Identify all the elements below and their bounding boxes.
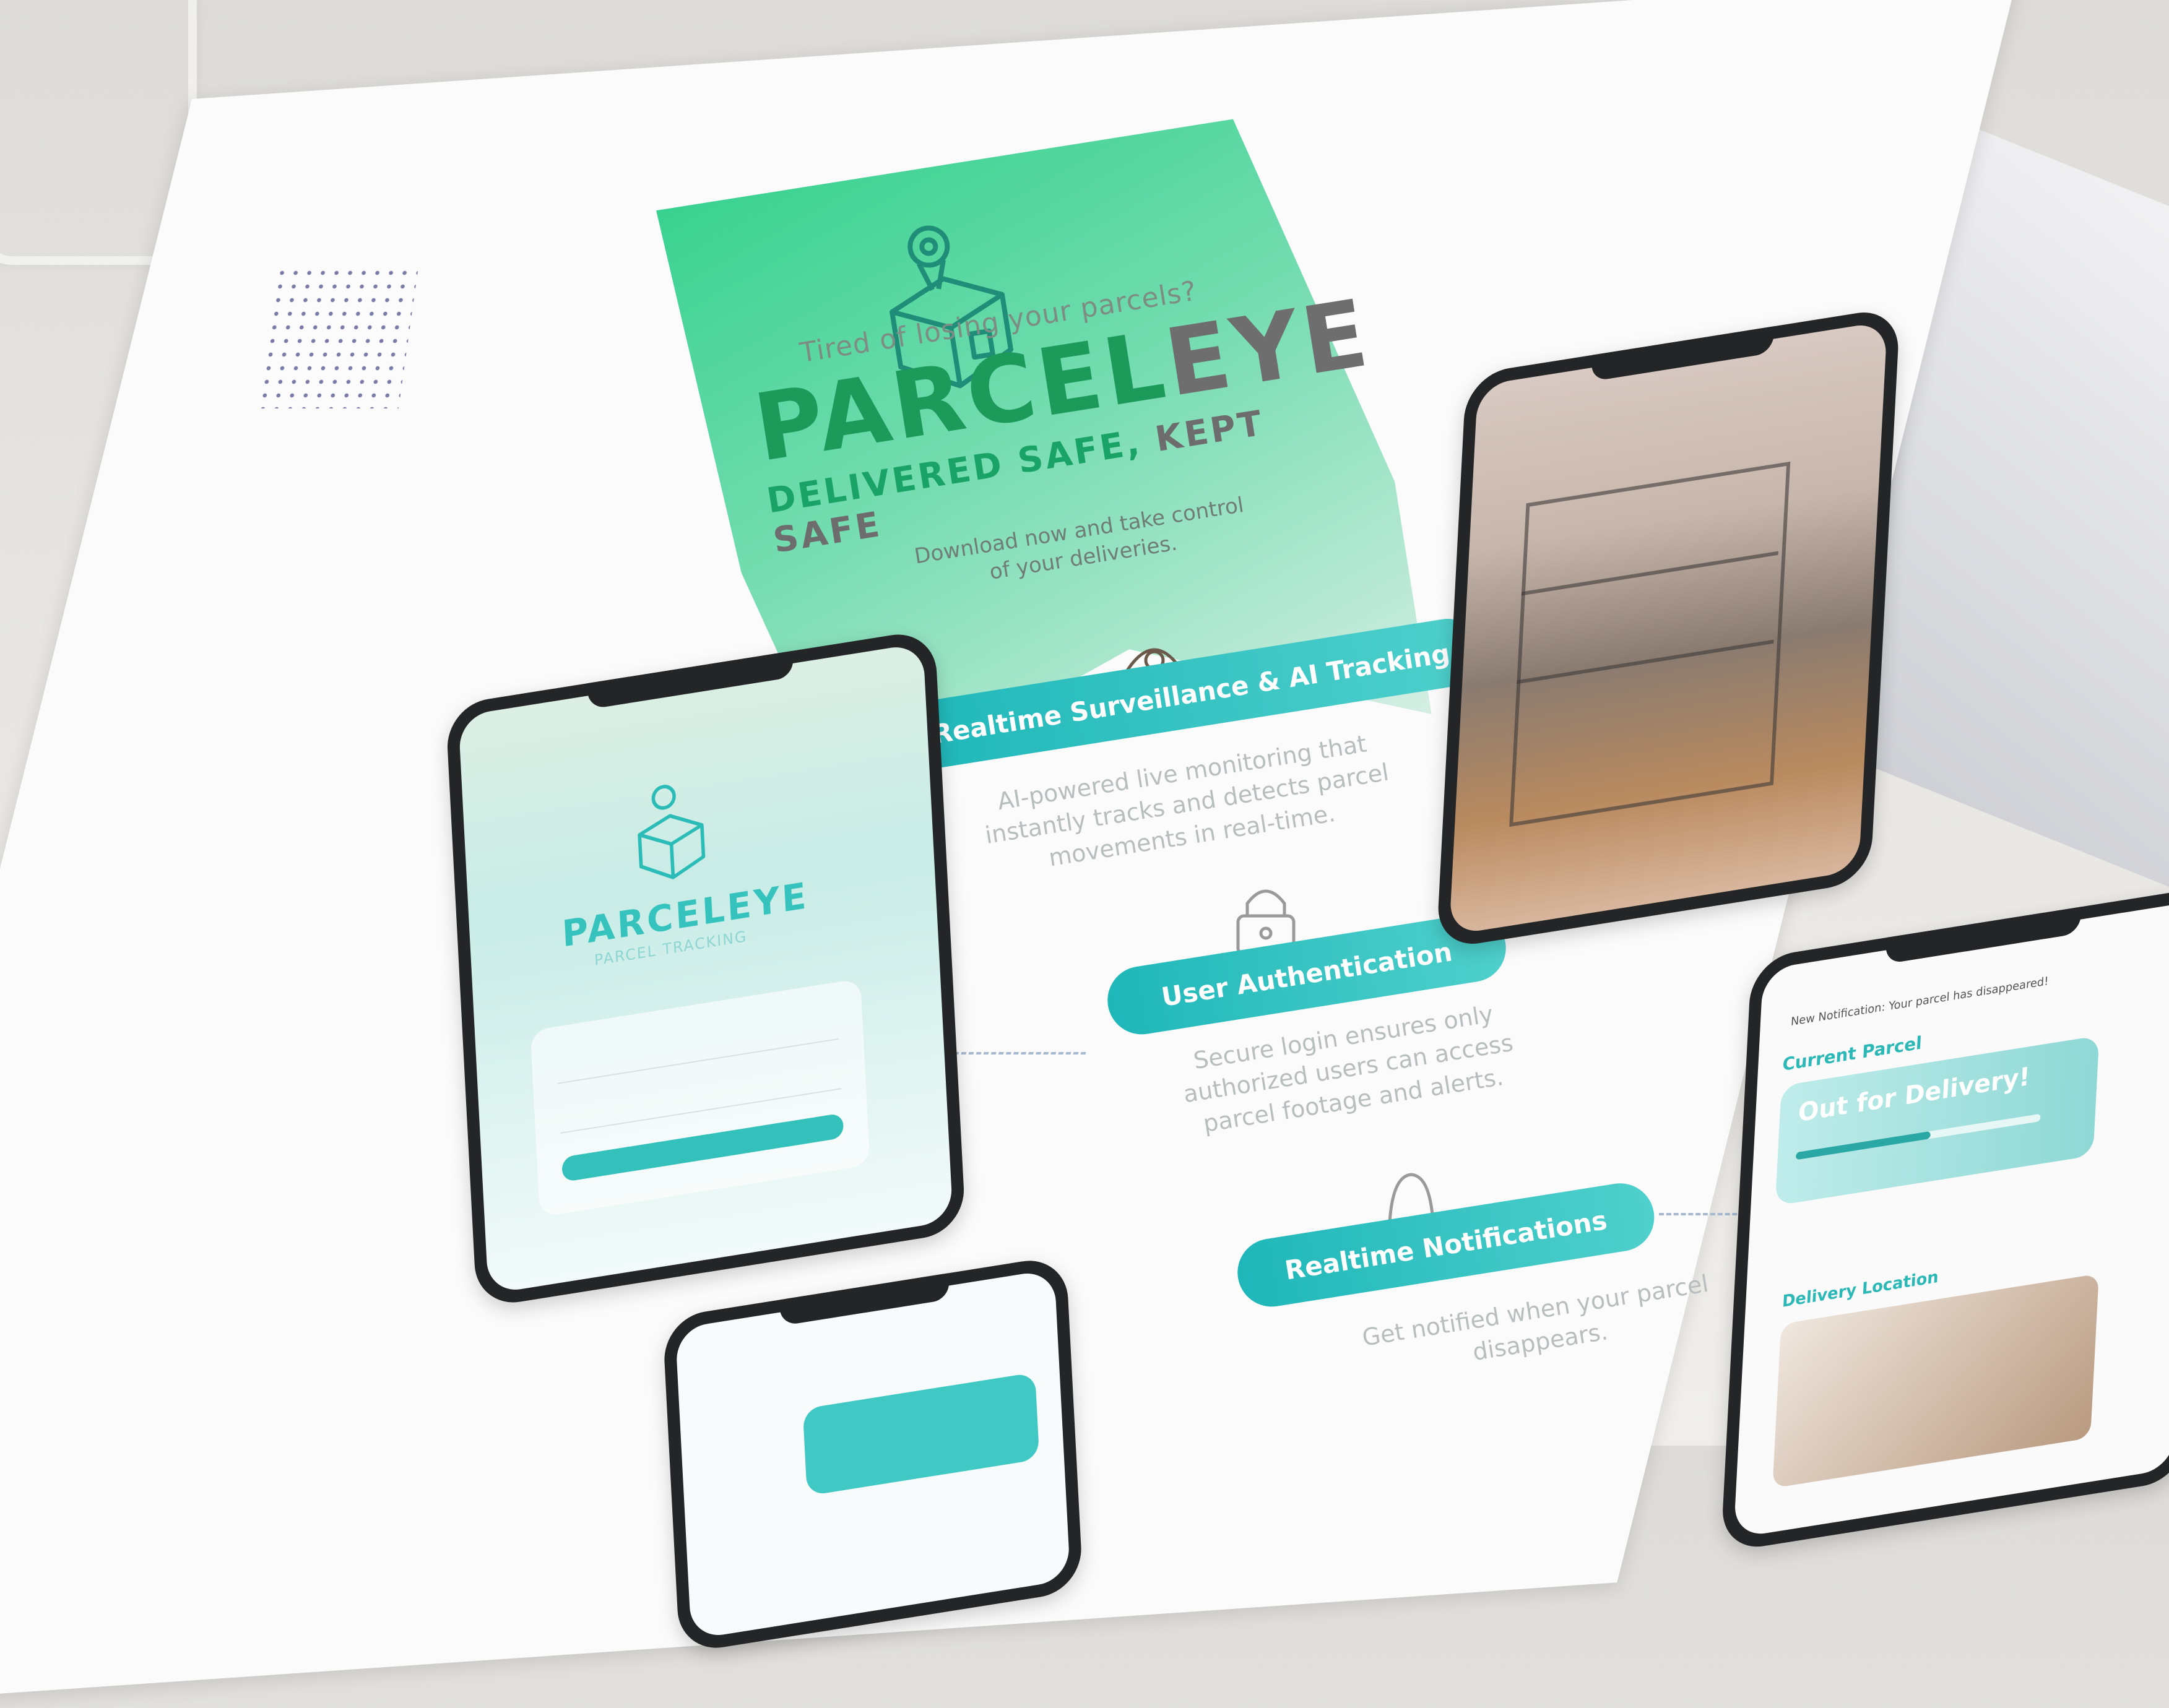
phone-camera: [1436, 306, 1900, 951]
login-screen: PARCELEYE PARCEL TRACKING: [458, 642, 953, 1295]
partial-screen: [675, 1269, 1071, 1640]
teal-card: [802, 1372, 1040, 1496]
dashboard-screen: New Notification: Your parcel has disapp…: [1733, 900, 2169, 1538]
camera-feed-screen: [1448, 321, 1888, 936]
phone-login: PARCELEYE PARCEL TRACKING: [445, 628, 966, 1309]
parcel-box-icon: [638, 785, 706, 879]
dot-pattern-decoration: [256, 266, 419, 408]
notification-banner[interactable]: New Notification: Your parcel has disapp…: [1790, 975, 2048, 1029]
delivery-location-image: [1772, 1274, 2099, 1488]
phone-partial: [662, 1254, 1084, 1654]
progress-fill: [1795, 1131, 1931, 1160]
parcel-status: Out for Delivery!: [1797, 1062, 2031, 1128]
phone-dashboard: New Notification: Your parcel has disapp…: [1720, 885, 2169, 1553]
